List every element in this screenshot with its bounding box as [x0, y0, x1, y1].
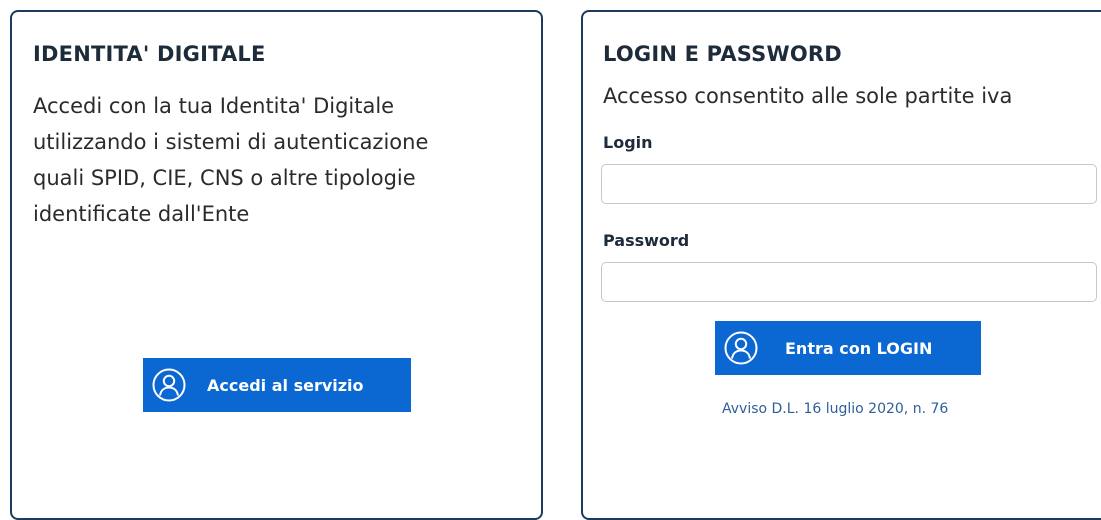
user-circle-icon [724, 331, 758, 365]
login-card: LOGIN E PASSWORD Accesso consentito alle… [581, 10, 1101, 520]
login-label: Login [603, 133, 653, 152]
password-input[interactable] [601, 262, 1097, 302]
identity-card-title: IDENTITA' DIGITALE [33, 42, 266, 66]
login-input[interactable] [601, 164, 1097, 204]
accedi-al-servizio-button[interactable]: Accedi al servizio [143, 358, 411, 412]
entra-con-login-button[interactable]: Entra con LOGIN [715, 321, 981, 375]
login-card-subtitle: Accesso consentito alle sole partite iva [603, 84, 1013, 108]
identity-card-description: Accedi con la tua Identita' Digitale uti… [33, 94, 429, 226]
identity-card: IDENTITA' DIGITALE Accedi con la tua Ide… [10, 10, 543, 520]
avviso-dl-link[interactable]: Avviso D.L. 16 luglio 2020, n. 76 [722, 401, 948, 417]
login-card-title: LOGIN E PASSWORD [603, 42, 842, 66]
user-circle-icon [152, 368, 186, 402]
password-label: Password [603, 231, 690, 250]
accedi-al-servizio-label: Accedi al servizio [207, 375, 364, 395]
entra-con-login-label: Entra con LOGIN [785, 338, 933, 358]
